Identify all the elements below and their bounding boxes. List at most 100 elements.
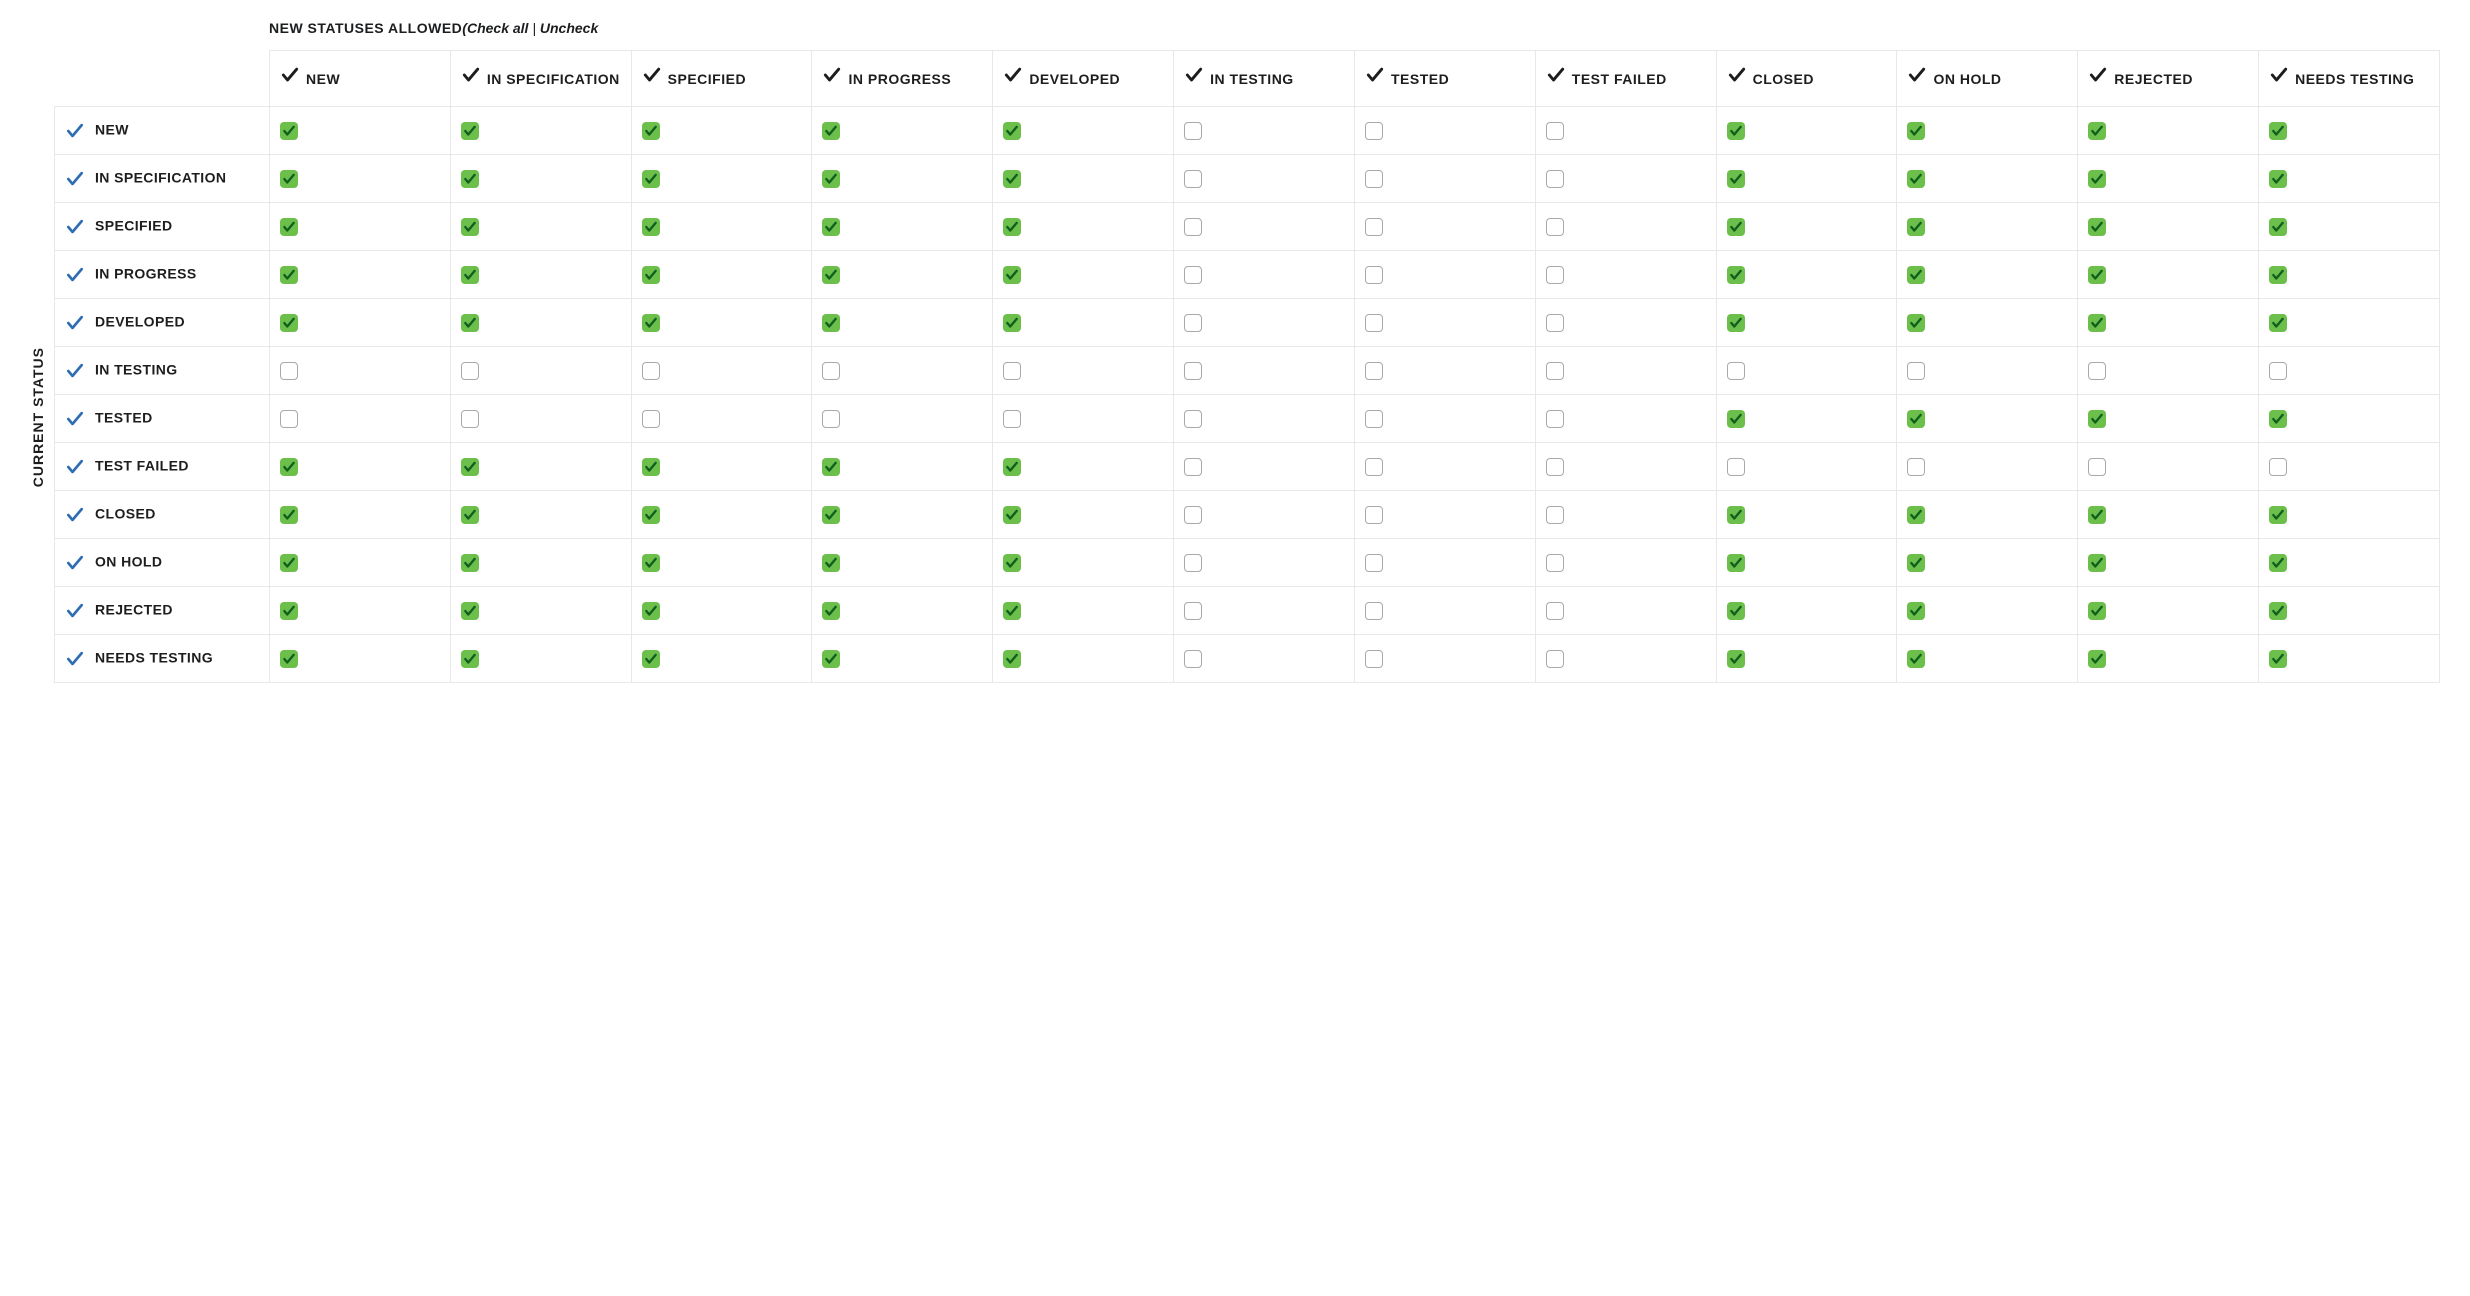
checkbox-unchecked[interactable]	[1365, 266, 1383, 284]
check-icon[interactable]	[65, 649, 85, 669]
checkbox-checked[interactable]	[2088, 506, 2106, 524]
checkbox-unchecked[interactable]	[461, 410, 479, 428]
checkbox-unchecked[interactable]	[1546, 554, 1564, 572]
checkbox-checked[interactable]	[1907, 602, 1925, 620]
checkbox-unchecked[interactable]	[2269, 458, 2287, 476]
checkbox-unchecked[interactable]	[280, 410, 298, 428]
checkbox-unchecked[interactable]	[1184, 170, 1202, 188]
checkbox-unchecked[interactable]	[1546, 410, 1564, 428]
checkbox-checked[interactable]	[822, 602, 840, 620]
checkbox-checked[interactable]	[461, 122, 479, 140]
checkbox-checked[interactable]	[642, 218, 660, 236]
checkbox-unchecked[interactable]	[1003, 410, 1021, 428]
checkbox-checked[interactable]	[2269, 170, 2287, 188]
checkbox-checked[interactable]	[822, 170, 840, 188]
checkbox-checked[interactable]	[2269, 266, 2287, 284]
checkbox-checked[interactable]	[280, 506, 298, 524]
checkbox-unchecked[interactable]	[1184, 410, 1202, 428]
checkbox-unchecked[interactable]	[1184, 650, 1202, 668]
checkbox-checked[interactable]	[822, 266, 840, 284]
checkbox-checked[interactable]	[642, 650, 660, 668]
checkbox-unchecked[interactable]	[1184, 458, 1202, 476]
check-icon[interactable]	[1546, 65, 1566, 85]
checkbox-checked[interactable]	[2088, 266, 2106, 284]
checkbox-checked[interactable]	[822, 314, 840, 332]
check-icon[interactable]	[1003, 65, 1023, 85]
checkbox-checked[interactable]	[822, 554, 840, 572]
checkbox-unchecked[interactable]	[461, 362, 479, 380]
check-icon[interactable]	[65, 313, 85, 333]
checkbox-unchecked[interactable]	[1546, 506, 1564, 524]
checkbox-unchecked[interactable]	[1184, 506, 1202, 524]
check-icon[interactable]	[65, 601, 85, 621]
checkbox-checked[interactable]	[642, 266, 660, 284]
checkbox-checked[interactable]	[1727, 650, 1745, 668]
checkbox-checked[interactable]	[2088, 554, 2106, 572]
checkbox-unchecked[interactable]	[1184, 554, 1202, 572]
checkbox-unchecked[interactable]	[2088, 458, 2106, 476]
checkbox-unchecked[interactable]	[1546, 218, 1564, 236]
checkbox-unchecked[interactable]	[1365, 362, 1383, 380]
checkbox-unchecked[interactable]	[822, 362, 840, 380]
checkbox-checked[interactable]	[822, 650, 840, 668]
checkbox-unchecked[interactable]	[1546, 458, 1564, 476]
checkbox-checked[interactable]	[461, 554, 479, 572]
checkbox-checked[interactable]	[1727, 170, 1745, 188]
checkbox-checked[interactable]	[2269, 122, 2287, 140]
checkbox-checked[interactable]	[642, 506, 660, 524]
checkbox-checked[interactable]	[1003, 554, 1021, 572]
checkbox-checked[interactable]	[2088, 314, 2106, 332]
checkbox-unchecked[interactable]	[1184, 122, 1202, 140]
checkbox-checked[interactable]	[461, 506, 479, 524]
checkbox-checked[interactable]	[1003, 458, 1021, 476]
checkbox-checked[interactable]	[1727, 218, 1745, 236]
checkbox-checked[interactable]	[1727, 314, 1745, 332]
check-icon[interactable]	[65, 361, 85, 381]
check-icon[interactable]	[642, 65, 662, 85]
checkbox-unchecked[interactable]	[1365, 458, 1383, 476]
checkbox-checked[interactable]	[280, 170, 298, 188]
checkbox-checked[interactable]	[1003, 218, 1021, 236]
checkbox-unchecked[interactable]	[1546, 650, 1564, 668]
checkbox-checked[interactable]	[1003, 650, 1021, 668]
checkbox-checked[interactable]	[1727, 122, 1745, 140]
checkbox-checked[interactable]	[1907, 266, 1925, 284]
checkbox-checked[interactable]	[1907, 170, 1925, 188]
checkbox-unchecked[interactable]	[1184, 314, 1202, 332]
checkbox-checked[interactable]	[461, 650, 479, 668]
checkbox-checked[interactable]	[642, 602, 660, 620]
checkbox-checked[interactable]	[461, 170, 479, 188]
check-icon[interactable]	[2269, 65, 2289, 85]
checkbox-unchecked[interactable]	[642, 410, 660, 428]
checkbox-checked[interactable]	[642, 314, 660, 332]
checkbox-checked[interactable]	[2088, 602, 2106, 620]
checkbox-checked[interactable]	[1003, 602, 1021, 620]
checkbox-unchecked[interactable]	[1184, 218, 1202, 236]
checkbox-checked[interactable]	[280, 650, 298, 668]
check-icon[interactable]	[65, 265, 85, 285]
checkbox-checked[interactable]	[280, 554, 298, 572]
checkbox-checked[interactable]	[822, 122, 840, 140]
checkbox-unchecked[interactable]	[280, 362, 298, 380]
checkbox-unchecked[interactable]	[1546, 314, 1564, 332]
checkbox-unchecked[interactable]	[1546, 602, 1564, 620]
checkbox-unchecked[interactable]	[1365, 170, 1383, 188]
checkbox-checked[interactable]	[1907, 506, 1925, 524]
checkbox-checked[interactable]	[1003, 170, 1021, 188]
checkbox-unchecked[interactable]	[1365, 506, 1383, 524]
checkbox-checked[interactable]	[1003, 122, 1021, 140]
checkbox-unchecked[interactable]	[1184, 602, 1202, 620]
checkbox-checked[interactable]	[2088, 170, 2106, 188]
checkbox-checked[interactable]	[2269, 602, 2287, 620]
checkbox-checked[interactable]	[2088, 410, 2106, 428]
checkbox-checked[interactable]	[461, 602, 479, 620]
checkbox-checked[interactable]	[642, 458, 660, 476]
checkbox-checked[interactable]	[280, 266, 298, 284]
checkbox-checked[interactable]	[1727, 506, 1745, 524]
check-icon[interactable]	[65, 505, 85, 525]
checkbox-unchecked[interactable]	[1546, 170, 1564, 188]
checkbox-checked[interactable]	[1003, 506, 1021, 524]
check-icon[interactable]	[65, 409, 85, 429]
checkbox-unchecked[interactable]	[642, 362, 660, 380]
check-icon[interactable]	[65, 121, 85, 141]
